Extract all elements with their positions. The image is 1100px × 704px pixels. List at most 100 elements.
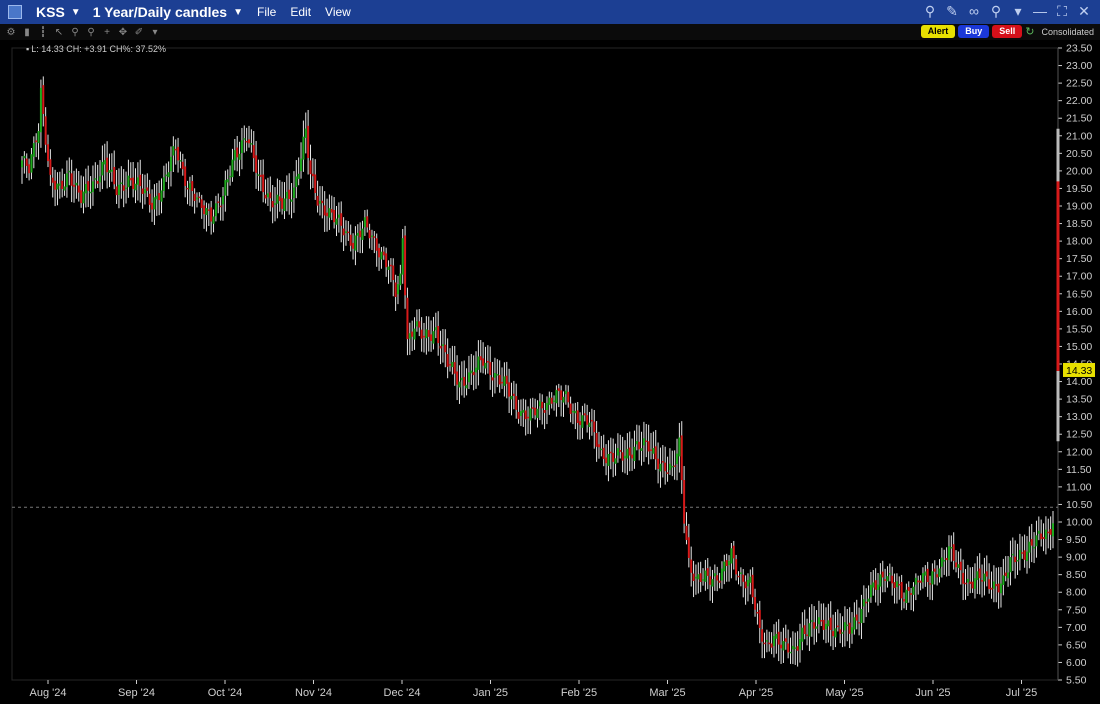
move-icon[interactable]: ✥	[118, 27, 128, 38]
candle-body	[517, 411, 520, 419]
candle-body	[1002, 575, 1005, 585]
candle-body	[754, 596, 757, 610]
menu-edit[interactable]: Edit	[290, 5, 311, 19]
magnify-icon[interactable]: ⚲	[86, 27, 96, 38]
y-tick-label: 20.00	[1066, 165, 1092, 177]
candle-body	[581, 415, 584, 428]
candle-body	[467, 372, 470, 383]
candle-body	[751, 574, 754, 598]
symbol-selector[interactable]: KSS	[36, 4, 65, 20]
zoom-icon[interactable]: ⚲	[70, 27, 80, 38]
candle-body	[297, 173, 300, 179]
candle-body	[292, 187, 295, 198]
candle-body	[597, 444, 600, 448]
candle-body	[966, 578, 969, 583]
sell-button[interactable]: Sell	[992, 25, 1023, 38]
candle-body	[186, 187, 189, 190]
candle-body	[602, 447, 605, 459]
candle-body	[432, 331, 435, 344]
cursor-icon[interactable]: ↖	[54, 27, 64, 38]
candle-body	[1047, 531, 1050, 534]
bars-icon[interactable]: ▮	[22, 27, 32, 38]
chevron-down-icon[interactable]: ▾	[1010, 3, 1026, 20]
candle-body	[713, 573, 716, 577]
candle-body	[877, 584, 880, 590]
candle-body	[744, 581, 747, 589]
wrench-icon[interactable]: ✎	[944, 3, 960, 20]
candle-body	[824, 623, 827, 630]
candle-body	[817, 617, 820, 625]
candle-body	[872, 582, 875, 588]
candle-body	[761, 629, 764, 642]
minimize-icon[interactable]: —	[1032, 3, 1048, 20]
pin-icon[interactable]: ⚲	[988, 3, 1004, 20]
period-selector[interactable]: 1 Year/Daily candles	[93, 4, 227, 20]
y-tick-label: 23.50	[1066, 43, 1092, 55]
candle-body	[803, 625, 806, 635]
candle-body	[808, 623, 811, 637]
candle-body	[607, 453, 610, 466]
candle-body	[1009, 557, 1012, 573]
candle-body	[529, 408, 532, 421]
search-icon[interactable]: ⚲	[922, 3, 938, 20]
candle-body	[477, 356, 480, 370]
candle-body	[702, 579, 705, 581]
candle-body	[794, 647, 797, 649]
alert-button[interactable]: Alert	[920, 25, 956, 38]
candle-body	[101, 161, 104, 176]
candle-body	[638, 441, 641, 450]
x-tick-label: May '25	[825, 687, 863, 699]
candle-body	[274, 203, 277, 205]
close-icon[interactable]: ✕	[1076, 3, 1092, 20]
link-icon[interactable]: ∞	[966, 3, 982, 20]
candle-body	[363, 217, 366, 228]
candle-body	[985, 571, 988, 577]
crosshair-icon[interactable]: +	[102, 27, 112, 38]
settings-icon[interactable]: ⚙	[6, 27, 16, 38]
candle-body	[668, 463, 671, 471]
candle-body	[172, 146, 175, 156]
candle-body	[309, 160, 312, 175]
candle-body	[21, 160, 23, 168]
candle-body	[1011, 553, 1014, 556]
candle-body	[635, 441, 638, 445]
x-tick-label: Feb '25	[561, 687, 597, 699]
buy-button[interactable]: Buy	[958, 25, 990, 38]
candle-body	[697, 574, 700, 580]
candle-body	[259, 174, 262, 177]
candle-body	[87, 181, 90, 191]
candle-body	[1049, 529, 1052, 535]
window-titlebar: KSS ▼ 1 Year/Daily candles ▼ File Edit V…	[0, 0, 1100, 24]
candle-body	[671, 465, 674, 468]
candle-body	[314, 174, 317, 194]
candle-body	[158, 192, 161, 201]
candle-body	[368, 230, 371, 239]
candle-body	[775, 633, 778, 639]
candle-body	[855, 614, 858, 621]
refresh-icon[interactable]: ↻	[1025, 25, 1034, 38]
symbol-dropdown-icon[interactable]: ▼	[71, 7, 81, 18]
period-dropdown-icon[interactable]: ▼	[233, 7, 243, 18]
draw-icon[interactable]: ✐	[134, 27, 144, 38]
candle-body	[1037, 530, 1040, 534]
candle-body	[70, 173, 73, 186]
candle-body	[829, 617, 832, 631]
menu-file[interactable]: File	[257, 5, 276, 19]
candle-body	[191, 181, 194, 192]
candle-body	[676, 453, 679, 464]
candles-icon[interactable]: ┇	[38, 27, 48, 38]
menu-view[interactable]: View	[325, 5, 351, 19]
candle-body	[770, 643, 773, 648]
candle-body	[527, 416, 530, 419]
candle-body	[160, 190, 163, 202]
more-dropdown-icon[interactable]: ▾	[150, 27, 160, 38]
candle-body	[501, 381, 504, 384]
candle-body	[439, 345, 442, 349]
y-tick-label: 19.00	[1066, 201, 1092, 213]
candle-body	[129, 178, 132, 181]
price-chart[interactable]: 23.50 23.00 22.50 22.00 21.50 21.00 20.50 20.00…	[0, 40, 1100, 704]
consolidated-label[interactable]: Consolidated	[1041, 27, 1094, 37]
candle-body	[1025, 551, 1028, 562]
expand-icon[interactable]: ⛶	[1054, 3, 1070, 20]
candle-body	[489, 362, 492, 376]
